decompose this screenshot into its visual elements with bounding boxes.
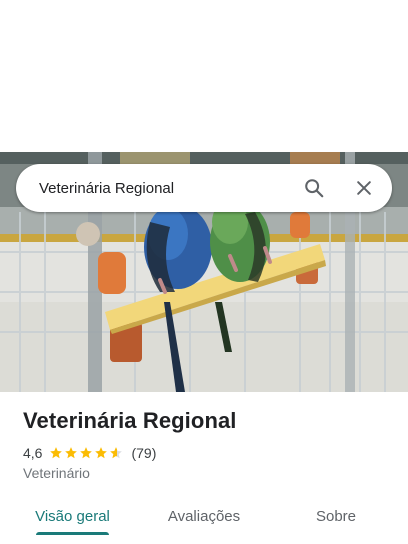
search-button[interactable] bbox=[294, 168, 334, 208]
tab-reviews[interactable]: Avaliações bbox=[156, 496, 252, 536]
place-tabs: Visão geral Avaliações Sobre bbox=[0, 496, 408, 544]
star-icon bbox=[50, 447, 63, 459]
review-count[interactable]: (79) bbox=[131, 445, 156, 461]
star-icon bbox=[95, 447, 108, 459]
clear-search-button[interactable] bbox=[344, 168, 384, 208]
search-bar[interactable]: Veterinária Regional bbox=[16, 164, 392, 212]
close-icon bbox=[357, 181, 371, 195]
place-screen: Veterinária Regional Veterinária Regiona… bbox=[0, 0, 408, 544]
rating-stars bbox=[49, 446, 124, 460]
star-icon bbox=[65, 447, 78, 459]
search-input[interactable]: Veterinária Regional bbox=[39, 180, 294, 197]
place-category[interactable]: Veterinário bbox=[23, 465, 90, 481]
tab-about[interactable]: Sobre bbox=[300, 496, 372, 536]
active-tab-indicator bbox=[36, 532, 109, 535]
rating-value: 4,6 bbox=[23, 445, 43, 461]
rating-row[interactable]: 4,6 (79) bbox=[23, 444, 156, 462]
tab-overview[interactable]: Visão geral bbox=[26, 496, 119, 536]
star-icon bbox=[80, 447, 93, 459]
star-icon bbox=[110, 447, 123, 459]
search-icon bbox=[305, 179, 324, 198]
place-title: Veterinária Regional bbox=[23, 408, 237, 433]
